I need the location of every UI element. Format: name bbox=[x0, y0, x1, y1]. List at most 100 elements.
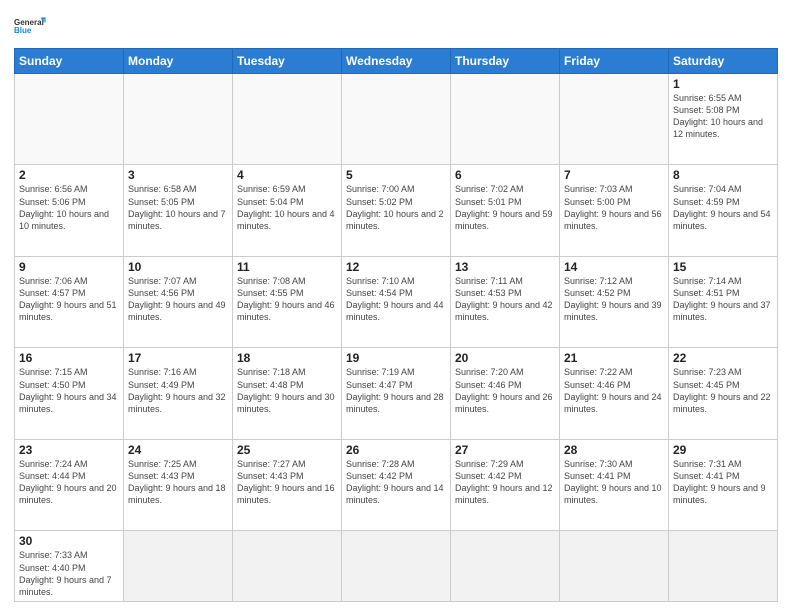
day-number: 17 bbox=[128, 351, 228, 365]
day-info: Sunrise: 7:16 AM Sunset: 4:49 PM Dayligh… bbox=[128, 366, 228, 415]
calendar-cell: 12Sunrise: 7:10 AM Sunset: 4:54 PM Dayli… bbox=[342, 256, 451, 347]
calendar-cell bbox=[233, 531, 342, 602]
day-info: Sunrise: 7:23 AM Sunset: 4:45 PM Dayligh… bbox=[673, 366, 773, 415]
day-number: 1 bbox=[673, 77, 773, 91]
day-number: 16 bbox=[19, 351, 119, 365]
day-info: Sunrise: 7:12 AM Sunset: 4:52 PM Dayligh… bbox=[564, 275, 664, 324]
calendar-cell: 8Sunrise: 7:04 AM Sunset: 4:59 PM Daylig… bbox=[669, 165, 778, 256]
day-number: 12 bbox=[346, 260, 446, 274]
calendar-cell bbox=[15, 74, 124, 165]
calendar-cell bbox=[669, 531, 778, 602]
day-info: Sunrise: 7:27 AM Sunset: 4:43 PM Dayligh… bbox=[237, 458, 337, 507]
day-number: 2 bbox=[19, 168, 119, 182]
day-info: Sunrise: 7:28 AM Sunset: 4:42 PM Dayligh… bbox=[346, 458, 446, 507]
calendar-cell: 24Sunrise: 7:25 AM Sunset: 4:43 PM Dayli… bbox=[124, 439, 233, 531]
day-number: 13 bbox=[455, 260, 555, 274]
day-info: Sunrise: 7:20 AM Sunset: 4:46 PM Dayligh… bbox=[455, 366, 555, 415]
day-number: 21 bbox=[564, 351, 664, 365]
day-number: 22 bbox=[673, 351, 773, 365]
calendar-cell bbox=[451, 74, 560, 165]
day-number: 15 bbox=[673, 260, 773, 274]
header: General Blue bbox=[14, 10, 778, 42]
calendar-cell bbox=[233, 74, 342, 165]
calendar-cell: 17Sunrise: 7:16 AM Sunset: 4:49 PM Dayli… bbox=[124, 348, 233, 439]
day-info: Sunrise: 7:06 AM Sunset: 4:57 PM Dayligh… bbox=[19, 275, 119, 324]
day-info: Sunrise: 7:30 AM Sunset: 4:41 PM Dayligh… bbox=[564, 458, 664, 507]
day-info: Sunrise: 7:24 AM Sunset: 4:44 PM Dayligh… bbox=[19, 458, 119, 507]
calendar-cell: 2Sunrise: 6:56 AM Sunset: 5:06 PM Daylig… bbox=[15, 165, 124, 256]
calendar-week-4: 23Sunrise: 7:24 AM Sunset: 4:44 PM Dayli… bbox=[15, 439, 778, 531]
day-number: 29 bbox=[673, 443, 773, 457]
calendar-cell: 21Sunrise: 7:22 AM Sunset: 4:46 PM Dayli… bbox=[560, 348, 669, 439]
calendar-cell bbox=[124, 74, 233, 165]
logo-svg: General Blue bbox=[14, 10, 46, 42]
day-number: 6 bbox=[455, 168, 555, 182]
calendar-cell bbox=[124, 531, 233, 602]
day-number: 18 bbox=[237, 351, 337, 365]
day-number: 9 bbox=[19, 260, 119, 274]
day-info: Sunrise: 7:07 AM Sunset: 4:56 PM Dayligh… bbox=[128, 275, 228, 324]
day-info: Sunrise: 7:15 AM Sunset: 4:50 PM Dayligh… bbox=[19, 366, 119, 415]
calendar-week-2: 9Sunrise: 7:06 AM Sunset: 4:57 PM Daylig… bbox=[15, 256, 778, 347]
page: General Blue SundayMondayTuesdayWednesda… bbox=[0, 0, 792, 612]
day-info: Sunrise: 7:14 AM Sunset: 4:51 PM Dayligh… bbox=[673, 275, 773, 324]
day-number: 4 bbox=[237, 168, 337, 182]
calendar-cell: 30Sunrise: 7:33 AM Sunset: 4:40 PM Dayli… bbox=[15, 531, 124, 602]
calendar-cell: 20Sunrise: 7:20 AM Sunset: 4:46 PM Dayli… bbox=[451, 348, 560, 439]
calendar-cell: 27Sunrise: 7:29 AM Sunset: 4:42 PM Dayli… bbox=[451, 439, 560, 531]
calendar-header-sunday: Sunday bbox=[15, 49, 124, 74]
day-info: Sunrise: 7:18 AM Sunset: 4:48 PM Dayligh… bbox=[237, 366, 337, 415]
calendar-header-thursday: Thursday bbox=[451, 49, 560, 74]
calendar-table: SundayMondayTuesdayWednesdayThursdayFrid… bbox=[14, 48, 778, 602]
calendar-cell: 22Sunrise: 7:23 AM Sunset: 4:45 PM Dayli… bbox=[669, 348, 778, 439]
calendar-cell: 7Sunrise: 7:03 AM Sunset: 5:00 PM Daylig… bbox=[560, 165, 669, 256]
day-info: Sunrise: 7:02 AM Sunset: 5:01 PM Dayligh… bbox=[455, 183, 555, 232]
day-info: Sunrise: 7:10 AM Sunset: 4:54 PM Dayligh… bbox=[346, 275, 446, 324]
day-info: Sunrise: 6:55 AM Sunset: 5:08 PM Dayligh… bbox=[673, 92, 773, 141]
day-info: Sunrise: 7:25 AM Sunset: 4:43 PM Dayligh… bbox=[128, 458, 228, 507]
day-info: Sunrise: 7:03 AM Sunset: 5:00 PM Dayligh… bbox=[564, 183, 664, 232]
calendar-cell: 19Sunrise: 7:19 AM Sunset: 4:47 PM Dayli… bbox=[342, 348, 451, 439]
day-number: 10 bbox=[128, 260, 228, 274]
calendar-cell: 28Sunrise: 7:30 AM Sunset: 4:41 PM Dayli… bbox=[560, 439, 669, 531]
calendar-cell: 13Sunrise: 7:11 AM Sunset: 4:53 PM Dayli… bbox=[451, 256, 560, 347]
calendar-header-tuesday: Tuesday bbox=[233, 49, 342, 74]
calendar-cell bbox=[451, 531, 560, 602]
svg-text:Blue: Blue bbox=[14, 26, 32, 35]
day-info: Sunrise: 7:19 AM Sunset: 4:47 PM Dayligh… bbox=[346, 366, 446, 415]
day-info: Sunrise: 7:31 AM Sunset: 4:41 PM Dayligh… bbox=[673, 458, 773, 507]
day-info: Sunrise: 7:00 AM Sunset: 5:02 PM Dayligh… bbox=[346, 183, 446, 232]
calendar-cell: 29Sunrise: 7:31 AM Sunset: 4:41 PM Dayli… bbox=[669, 439, 778, 531]
calendar-header-wednesday: Wednesday bbox=[342, 49, 451, 74]
calendar-cell: 18Sunrise: 7:18 AM Sunset: 4:48 PM Dayli… bbox=[233, 348, 342, 439]
day-number: 14 bbox=[564, 260, 664, 274]
day-info: Sunrise: 7:04 AM Sunset: 4:59 PM Dayligh… bbox=[673, 183, 773, 232]
day-info: Sunrise: 6:56 AM Sunset: 5:06 PM Dayligh… bbox=[19, 183, 119, 232]
calendar-cell bbox=[342, 74, 451, 165]
calendar-header-friday: Friday bbox=[560, 49, 669, 74]
calendar-cell: 6Sunrise: 7:02 AM Sunset: 5:01 PM Daylig… bbox=[451, 165, 560, 256]
calendar-week-1: 2Sunrise: 6:56 AM Sunset: 5:06 PM Daylig… bbox=[15, 165, 778, 256]
logo: General Blue bbox=[14, 10, 46, 42]
day-number: 28 bbox=[564, 443, 664, 457]
calendar-cell bbox=[560, 74, 669, 165]
day-number: 5 bbox=[346, 168, 446, 182]
calendar-cell: 1Sunrise: 6:55 AM Sunset: 5:08 PM Daylig… bbox=[669, 74, 778, 165]
day-info: Sunrise: 7:33 AM Sunset: 4:40 PM Dayligh… bbox=[19, 549, 119, 598]
day-info: Sunrise: 7:11 AM Sunset: 4:53 PM Dayligh… bbox=[455, 275, 555, 324]
calendar-header-row: SundayMondayTuesdayWednesdayThursdayFrid… bbox=[15, 49, 778, 74]
calendar-cell: 9Sunrise: 7:06 AM Sunset: 4:57 PM Daylig… bbox=[15, 256, 124, 347]
calendar-cell: 5Sunrise: 7:00 AM Sunset: 5:02 PM Daylig… bbox=[342, 165, 451, 256]
day-number: 11 bbox=[237, 260, 337, 274]
calendar-cell: 23Sunrise: 7:24 AM Sunset: 4:44 PM Dayli… bbox=[15, 439, 124, 531]
calendar-cell: 3Sunrise: 6:58 AM Sunset: 5:05 PM Daylig… bbox=[124, 165, 233, 256]
calendar-cell: 16Sunrise: 7:15 AM Sunset: 4:50 PM Dayli… bbox=[15, 348, 124, 439]
day-info: Sunrise: 6:58 AM Sunset: 5:05 PM Dayligh… bbox=[128, 183, 228, 232]
calendar-cell: 15Sunrise: 7:14 AM Sunset: 4:51 PM Dayli… bbox=[669, 256, 778, 347]
calendar-week-0: 1Sunrise: 6:55 AM Sunset: 5:08 PM Daylig… bbox=[15, 74, 778, 165]
calendar-cell bbox=[342, 531, 451, 602]
calendar-cell: 4Sunrise: 6:59 AM Sunset: 5:04 PM Daylig… bbox=[233, 165, 342, 256]
day-number: 25 bbox=[237, 443, 337, 457]
day-number: 8 bbox=[673, 168, 773, 182]
day-number: 26 bbox=[346, 443, 446, 457]
